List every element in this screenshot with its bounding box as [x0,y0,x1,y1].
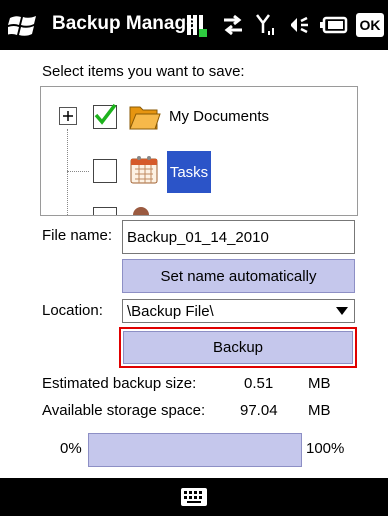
title-bar: Backup Manage OK [0,0,388,50]
estimated-size-unit: MB [308,375,331,392]
set-name-automatically-button[interactable]: Set name automatically [122,259,355,293]
file-name-label: File name: [42,227,113,244]
estimated-size-label: Estimated backup size: [42,375,197,392]
bottom-soft-key-bar [0,478,388,516]
folder-icon [129,106,161,130]
contact-icon [133,207,149,215]
available-space-value: 97.04 [240,402,278,419]
tree-item-label: My Documents [169,108,270,125]
ok-button[interactable]: OK [356,13,384,37]
calendar-tasks-icon [130,156,158,184]
app-title: Backup Manage [52,13,197,34]
location-select[interactable]: \Backup File\ [122,299,355,323]
keyboard-icon[interactable] [180,486,208,508]
tasks-checkbox[interactable] [93,159,117,183]
location-value: \Backup File\ [127,302,214,320]
antenna-icon [256,14,274,35]
estimated-size-value: 0.51 [244,375,274,392]
items-tree-view[interactable]: My Documents Tasks [40,86,358,216]
progress-min-label: 0% [60,440,82,457]
backup-progress-bar [88,433,302,467]
tree-item-label: Tasks [167,151,211,193]
windows-start-icon[interactable] [8,12,38,40]
tree-item-partial[interactable] [41,205,357,215]
progress-max-label: 100% [306,440,345,457]
plus-icon [63,111,73,121]
expand-toggle[interactable] [59,107,77,125]
battery-icon [320,16,348,34]
available-space-unit: MB [308,402,331,419]
dropdown-arrow-icon [336,307,348,315]
file-name-input[interactable]: Backup_01_14_2010 [122,220,355,254]
tree-item-tasks[interactable]: Tasks [41,147,357,197]
data-transfer-icon [224,14,242,36]
checkmark-icon [94,103,117,125]
signal-status-icon [187,15,207,37]
tree-item-my-documents[interactable]: My Documents [41,97,357,137]
volume-icon[interactable] [288,11,310,39]
available-space-label: Available storage space: [42,402,206,419]
backup-button[interactable]: Backup [123,331,353,364]
partial-item-checkbox[interactable] [93,207,117,215]
select-items-prompt: Select items you want to save: [42,63,245,80]
my-documents-checkbox[interactable] [93,103,117,129]
location-label: Location: [42,302,103,319]
